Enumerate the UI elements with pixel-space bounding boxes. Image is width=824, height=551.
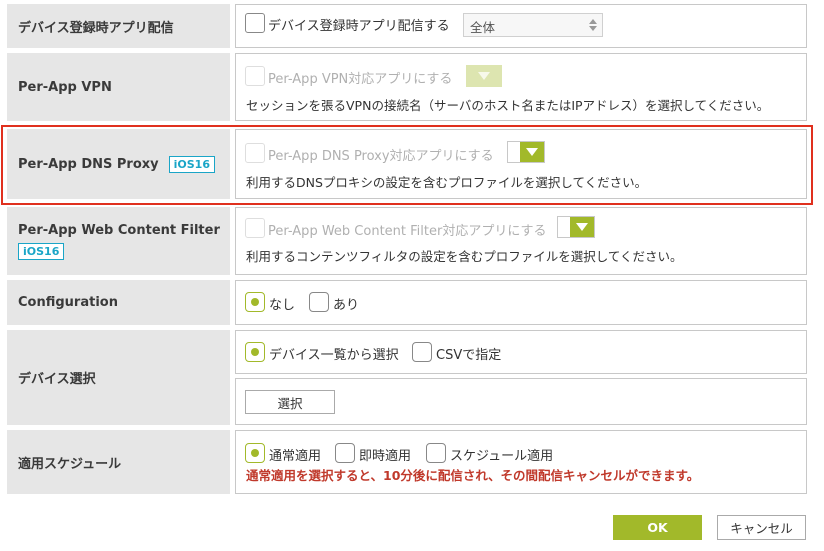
csv-radio[interactable] — [412, 342, 432, 362]
row-label-text: Per-App Web Content Filter — [18, 222, 220, 238]
configuration-yes-label: あり — [333, 298, 360, 313]
row-label-text: Configuration — [18, 295, 118, 310]
chevron-down-icon — [576, 223, 588, 231]
configuration-none-radio[interactable] — [245, 292, 265, 312]
per-app-web-content-filter-help: 利用するコンテンツフィルタの設定を含むプロファイルを選択してください。 — [246, 249, 683, 264]
per-app-vpn-checkbox-label: Per-App VPN対応アプリにする — [268, 72, 453, 87]
ios16-badge: iOS16 — [18, 242, 65, 260]
per-app-vpn-help: セッションを張るVPNの接続名（サーバのホスト名またはIPアドレス）を選択してく… — [246, 98, 770, 113]
spinner-up-icon[interactable] — [589, 19, 597, 24]
schedule-immediate-radio[interactable] — [335, 443, 355, 463]
schedule-normal-radio[interactable] — [245, 443, 265, 463]
row-label-text: デバイス登録時アプリ配信 — [18, 20, 174, 36]
row-label-app-delivery: デバイス登録時アプリ配信 — [7, 4, 230, 48]
schedule-scheduled-label: スケジュール適用 — [450, 449, 554, 464]
schedule-normal-label: 通常適用 — [269, 449, 322, 464]
row-label-device-selection: デバイス選択 — [7, 330, 230, 425]
highlight-frame — [1, 125, 813, 205]
csv-label: CSVで指定 — [436, 348, 502, 363]
per-app-web-content-filter-checkbox-label: Per-App Web Content Filter対応アプリにする — [268, 224, 547, 239]
device-list-radio[interactable] — [245, 342, 265, 362]
configuration-none-label: なし — [269, 298, 296, 313]
schedule-immediate-label: 即時適用 — [359, 449, 412, 464]
content-filter-dropdown[interactable] — [557, 216, 595, 238]
schedule-scheduled-radio[interactable] — [426, 443, 446, 463]
row-label-per-app-vpn: Per-App VPN — [7, 53, 230, 121]
device-list-label: デバイス一覧から選択 — [269, 348, 399, 363]
app-delivery-checkbox[interactable] — [245, 13, 265, 33]
configuration-yes-radio[interactable] — [309, 292, 329, 312]
select-button[interactable]: 選択 — [245, 390, 335, 414]
delivery-scope-select[interactable]: 全体 — [463, 13, 603, 37]
ok-button[interactable]: OK — [613, 515, 702, 540]
per-app-web-content-filter-checkbox[interactable] — [245, 218, 265, 238]
chevron-down-icon — [478, 72, 490, 80]
vpn-dropdown[interactable] — [466, 65, 502, 87]
row-label-text: 適用スケジュール — [18, 456, 122, 472]
schedule-warning: 通常適用を選択すると、10分後に配信され、その間配信キャンセルができます。 — [246, 468, 700, 483]
row-label-schedule: 適用スケジュール — [7, 430, 230, 494]
delivery-scope-value: 全体 — [470, 20, 496, 35]
app-delivery-checkbox-label: デバイス登録時アプリ配信する — [268, 19, 450, 34]
per-app-vpn-checkbox[interactable] — [245, 66, 265, 86]
cancel-button[interactable]: キャンセル — [717, 515, 806, 540]
row-label-text: Per-App VPN — [18, 79, 112, 95]
row-label-per-app-web-content-filter: Per-App Web Content Filter iOS16 — [7, 207, 230, 275]
row-label-configuration: Configuration — [7, 280, 230, 325]
row-label-text: デバイス選択 — [18, 372, 96, 387]
spinner-down-icon[interactable] — [589, 26, 597, 31]
dropdown-toggle — [570, 217, 594, 237]
